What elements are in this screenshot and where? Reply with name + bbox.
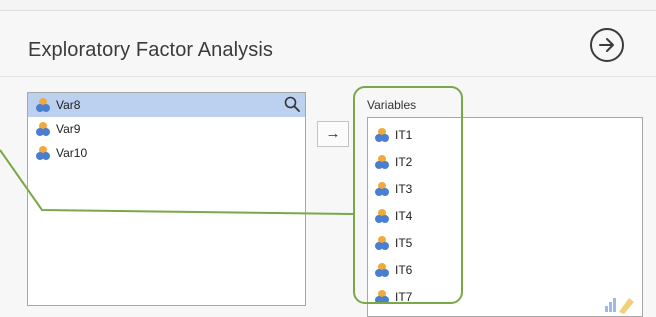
callout-line (0, 149, 354, 215)
